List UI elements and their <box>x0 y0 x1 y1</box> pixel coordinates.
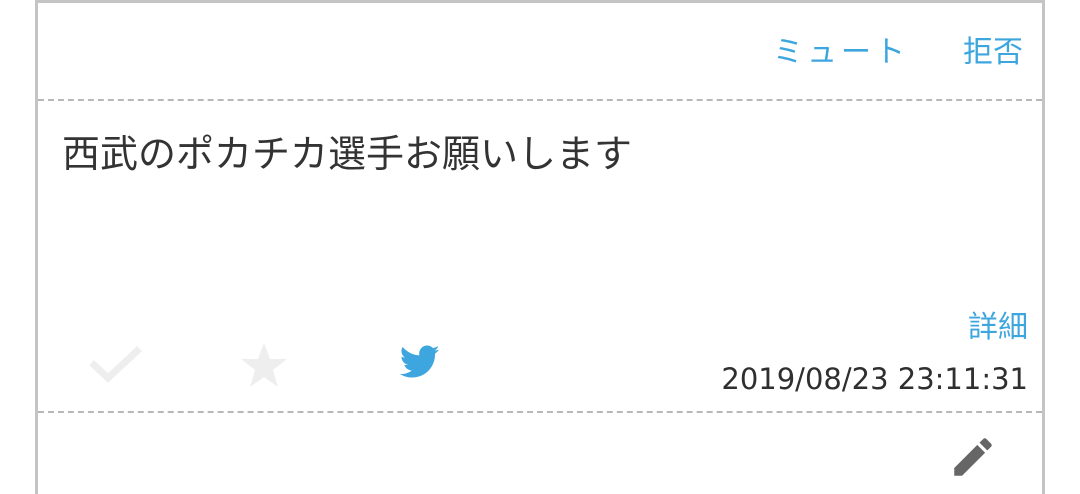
check-icon[interactable] <box>89 345 142 389</box>
mute-button[interactable]: ミュート <box>773 35 909 71</box>
post-screen: ミュート 拒否 西武のポカチカ選手お願いします 詳細 2019/08/23 23… <box>0 0 1080 494</box>
detail-button[interactable]: 詳細 <box>968 310 1028 346</box>
twitter-icon[interactable] <box>399 345 440 383</box>
pencil-icon[interactable] <box>948 432 998 486</box>
bottom-divider <box>38 411 1042 413</box>
reject-button[interactable]: 拒否 <box>963 35 1023 71</box>
post-card: ミュート 拒否 西武のポカチカ選手お願いします 詳細 2019/08/23 23… <box>35 0 1045 494</box>
post-timestamp: 2019/08/23 23:11:31 <box>721 362 1028 396</box>
star-icon[interactable] <box>239 341 289 393</box>
top-divider <box>38 99 1042 101</box>
post-message: 西武のポカチカ選手お願いします <box>62 132 633 176</box>
